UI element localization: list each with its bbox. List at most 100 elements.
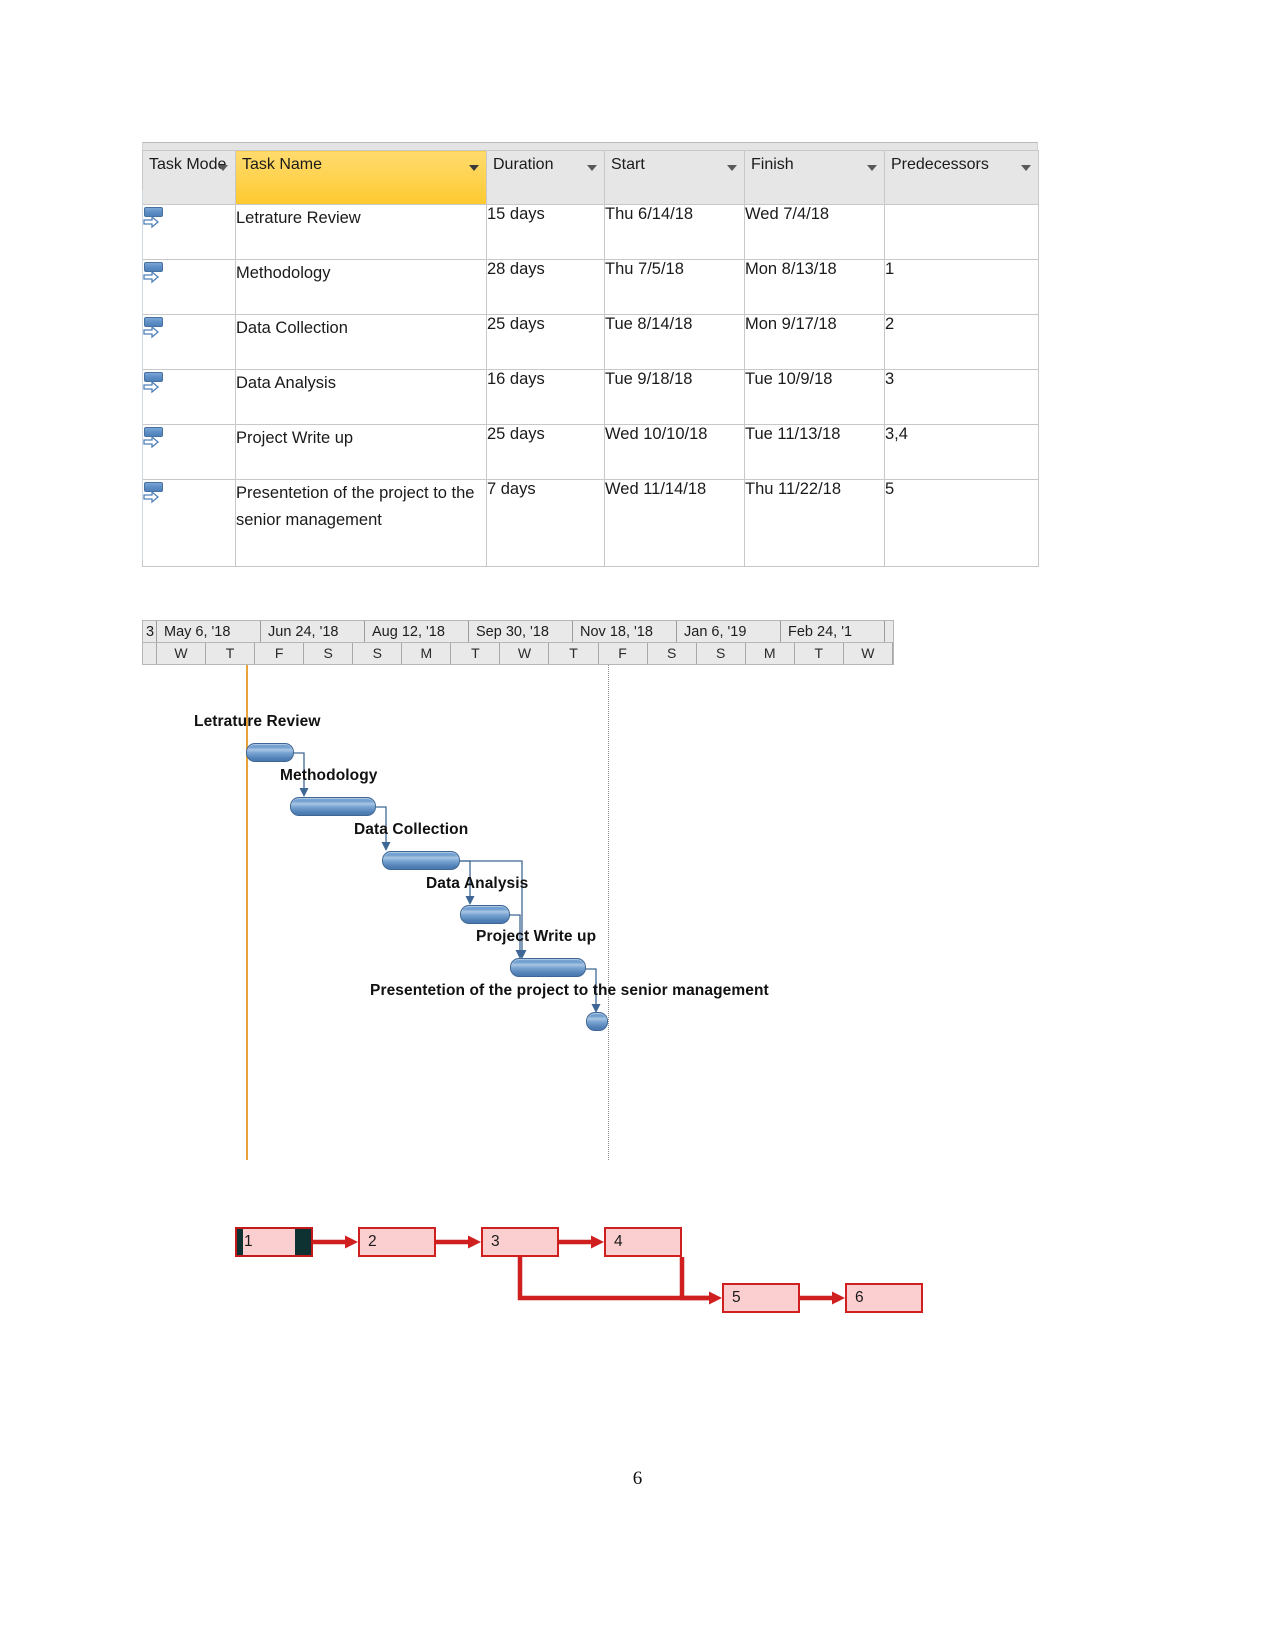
cell-finish[interactable]: Wed 7/4/18 xyxy=(744,204,885,260)
cell-start[interactable]: Wed 11/14/18 xyxy=(604,479,745,567)
cell-predecessors[interactable] xyxy=(884,204,1039,260)
cell-predecessors[interactable]: 3,4 xyxy=(884,424,1039,480)
cell-task-mode[interactable] xyxy=(142,369,236,425)
gantt-bar[interactable] xyxy=(246,743,294,762)
cell-predecessors-value: 2 xyxy=(885,315,895,333)
gantt-bar[interactable] xyxy=(460,905,510,924)
cell-finish-value: Thu 11/22/18 xyxy=(745,480,842,498)
chevron-down-icon[interactable] xyxy=(587,165,597,171)
timeline-day-cell: F xyxy=(255,643,305,664)
cell-finish[interactable]: Tue 10/9/18 xyxy=(744,369,885,425)
timeline-month-cell: Nov 18, '18 xyxy=(573,621,677,642)
cell-finish[interactable]: Mon 8/13/18 xyxy=(744,259,885,315)
chevron-down-icon[interactable] xyxy=(867,165,877,171)
table-row[interactable]: Project Write up 25 days Wed 10/10/18 Tue 1… xyxy=(142,424,1039,480)
table-top-strip xyxy=(142,142,1038,150)
timeline-day-cell: S xyxy=(304,643,354,664)
cell-start[interactable]: Tue 8/14/18 xyxy=(604,314,745,370)
timeline-day-cell: W xyxy=(500,643,550,664)
cell-duration[interactable]: 28 days xyxy=(486,259,605,315)
cell-duration[interactable]: 25 days xyxy=(486,424,605,480)
cell-finish[interactable]: Mon 9/17/18 xyxy=(744,314,885,370)
network-node[interactable]: 2 xyxy=(358,1227,436,1257)
cell-finish-value: Mon 8/13/18 xyxy=(745,260,837,278)
chevron-down-icon[interactable] xyxy=(1021,165,1031,171)
timeline-day-cell: T xyxy=(795,643,844,664)
cell-task-name[interactable]: Letrature Review xyxy=(235,204,487,260)
timeline-day-cell: S xyxy=(697,643,746,664)
network-node[interactable]: 3 xyxy=(481,1227,559,1257)
gantt-bar[interactable] xyxy=(586,1012,608,1031)
gantt-bar[interactable] xyxy=(290,797,376,816)
cell-task-mode[interactable] xyxy=(142,424,236,480)
cell-task-name-value: Data Collection xyxy=(236,319,348,337)
network-node[interactable]: 5 xyxy=(722,1283,800,1313)
column-header-duration[interactable]: Duration xyxy=(486,150,605,205)
cell-predecessors[interactable]: 1 xyxy=(884,259,1039,315)
cell-predecessors-value: 1 xyxy=(885,260,895,278)
table-row[interactable]: Presentetion of the project to the senio… xyxy=(142,479,1039,567)
column-header-task-mode-label: Task Mode xyxy=(149,156,227,173)
cell-predecessors[interactable]: 3 xyxy=(884,369,1039,425)
gantt-bar-label: Data Analysis xyxy=(426,875,529,892)
cell-task-name[interactable]: Data Collection xyxy=(235,314,487,370)
timeline-month-cell: Aug 12, '18 xyxy=(365,621,469,642)
cell-predecessors[interactable]: 5 xyxy=(884,479,1039,567)
cell-finish-value: Mon 9/17/18 xyxy=(745,315,837,333)
gantt-bar-label: Data Collection xyxy=(354,821,469,838)
cell-finish[interactable]: Tue 11/13/18 xyxy=(744,424,885,480)
timeline-day-cell: T xyxy=(206,643,256,664)
timeline-month-cell: Jun 24, '18 xyxy=(261,621,365,642)
cell-finish-value: Tue 11/13/18 xyxy=(745,425,841,443)
timeline-day-cell: W xyxy=(157,643,207,664)
cell-duration[interactable]: 7 days xyxy=(486,479,605,567)
table-row[interactable]: Data Collection 25 days Tue 8/14/18 Mon 9/1… xyxy=(142,314,1039,370)
cell-task-name[interactable]: Methodology xyxy=(235,259,487,315)
chevron-down-icon[interactable] xyxy=(218,165,228,171)
table-header-row: Task Mode Task Name Duration Start Finis… xyxy=(142,150,1039,205)
cell-finish[interactable]: Thu 11/22/18 xyxy=(744,479,885,567)
task-grid: Task Mode Task Name Duration Start Finis… xyxy=(142,150,1039,567)
cell-start[interactable]: Tue 9/18/18 xyxy=(604,369,745,425)
cell-duration[interactable]: 16 days xyxy=(486,369,605,425)
cell-start[interactable]: Wed 10/10/18 xyxy=(604,424,745,480)
gantt-bar[interactable] xyxy=(382,851,460,870)
cell-task-name[interactable]: Data Analysis xyxy=(235,369,487,425)
cell-predecessors[interactable]: 2 xyxy=(884,314,1039,370)
network-diagram: 1 2 3 4 5 6 xyxy=(225,1205,945,1335)
cell-task-mode[interactable] xyxy=(142,314,236,370)
cell-task-mode[interactable] xyxy=(142,479,236,567)
table-row[interactable]: Methodology 28 days Thu 7/5/18 Mon 8/13/18 1 xyxy=(142,259,1039,315)
cell-start-value: Thu 7/5/18 xyxy=(605,260,684,278)
cell-finish-value: Wed 7/4/18 xyxy=(745,205,830,223)
column-header-task-mode[interactable]: Task Mode xyxy=(142,150,236,205)
gantt-chart: 3 May 6, '18 Jun 24, '18 Aug 12, '18 Sep 30,… xyxy=(142,620,894,1160)
cell-task-mode[interactable] xyxy=(142,204,236,260)
cell-task-name[interactable]: Project Write up xyxy=(235,424,487,480)
chevron-down-icon[interactable] xyxy=(469,165,479,171)
column-header-start[interactable]: Start xyxy=(604,150,745,205)
cell-duration-value: 7 days xyxy=(487,480,536,498)
cell-predecessors-value: 3,4 xyxy=(885,425,908,443)
gantt-timeline-months: 3 May 6, '18 Jun 24, '18 Aug 12, '18 Sep 30,… xyxy=(142,620,894,643)
cell-start-value: Thu 6/14/18 xyxy=(605,205,694,223)
column-header-predecessors[interactable]: Predecessors xyxy=(884,150,1039,205)
cell-duration[interactable]: 15 days xyxy=(486,204,605,260)
table-row[interactable]: Letrature Review 15 days Thu 6/14/18 Wed 7/… xyxy=(142,204,1039,260)
gantt-bar[interactable] xyxy=(510,958,586,977)
column-header-task-name[interactable]: Task Name xyxy=(235,150,487,205)
timeline-day-spacer xyxy=(143,643,157,664)
gantt-plot-area: Letrature Review Methodology Data Collecti… xyxy=(142,665,894,1160)
network-node[interactable]: 1 xyxy=(235,1227,313,1257)
cell-task-mode[interactable] xyxy=(142,259,236,315)
cell-task-name[interactable]: Presentetion of the project to the senio… xyxy=(235,479,487,567)
cell-start[interactable]: Thu 6/14/18 xyxy=(604,204,745,260)
column-header-finish[interactable]: Finish xyxy=(744,150,885,205)
network-node-label: 5 xyxy=(732,1289,741,1306)
cell-start[interactable]: Thu 7/5/18 xyxy=(604,259,745,315)
network-node[interactable]: 6 xyxy=(845,1283,923,1313)
network-node[interactable]: 4 xyxy=(604,1227,682,1257)
chevron-down-icon[interactable] xyxy=(727,165,737,171)
cell-duration[interactable]: 25 days xyxy=(486,314,605,370)
table-row[interactable]: Data Analysis 16 days Tue 9/18/18 Tue 10/9/… xyxy=(142,369,1039,425)
